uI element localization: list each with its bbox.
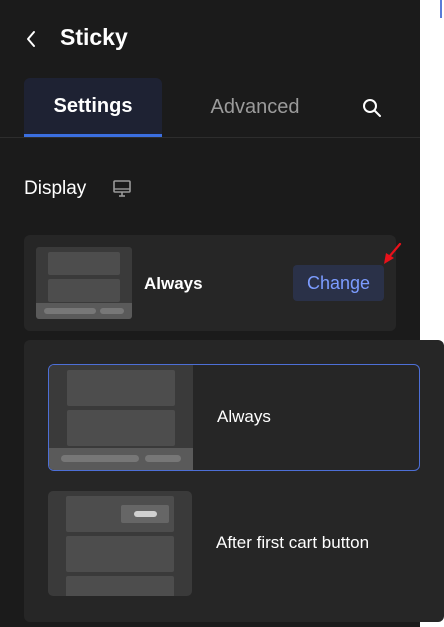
option-after-first-cart-button[interactable]: After first cart button xyxy=(48,491,420,598)
display-current-value: Always xyxy=(144,274,203,293)
always-option-thumbnail xyxy=(49,365,193,470)
panel-header: Sticky xyxy=(0,0,420,78)
tab-bar: Settings Advanced xyxy=(0,78,420,138)
annotation-arrow-icon xyxy=(384,242,402,264)
display-options-dropdown: Always After first cart button xyxy=(24,340,444,622)
section-title-display: Display xyxy=(24,178,87,199)
option-label-after-first-cart-button: After first cart button xyxy=(216,533,370,552)
search-button[interactable] xyxy=(350,78,394,137)
search-icon xyxy=(363,98,381,117)
monitor-icon xyxy=(112,179,134,199)
change-button[interactable]: Change xyxy=(293,265,384,301)
page-title: Sticky xyxy=(60,24,128,50)
tab-advanced[interactable]: Advanced xyxy=(180,78,330,137)
display-current-card: Always Change xyxy=(24,235,396,331)
option-always[interactable]: Always xyxy=(48,364,420,471)
always-thumbnail xyxy=(36,247,132,319)
chevron-left-icon[interactable] xyxy=(22,28,40,50)
option-label-always: Always xyxy=(217,407,271,426)
tab-settings[interactable]: Settings xyxy=(24,78,162,137)
after-cart-option-thumbnail xyxy=(48,491,192,596)
